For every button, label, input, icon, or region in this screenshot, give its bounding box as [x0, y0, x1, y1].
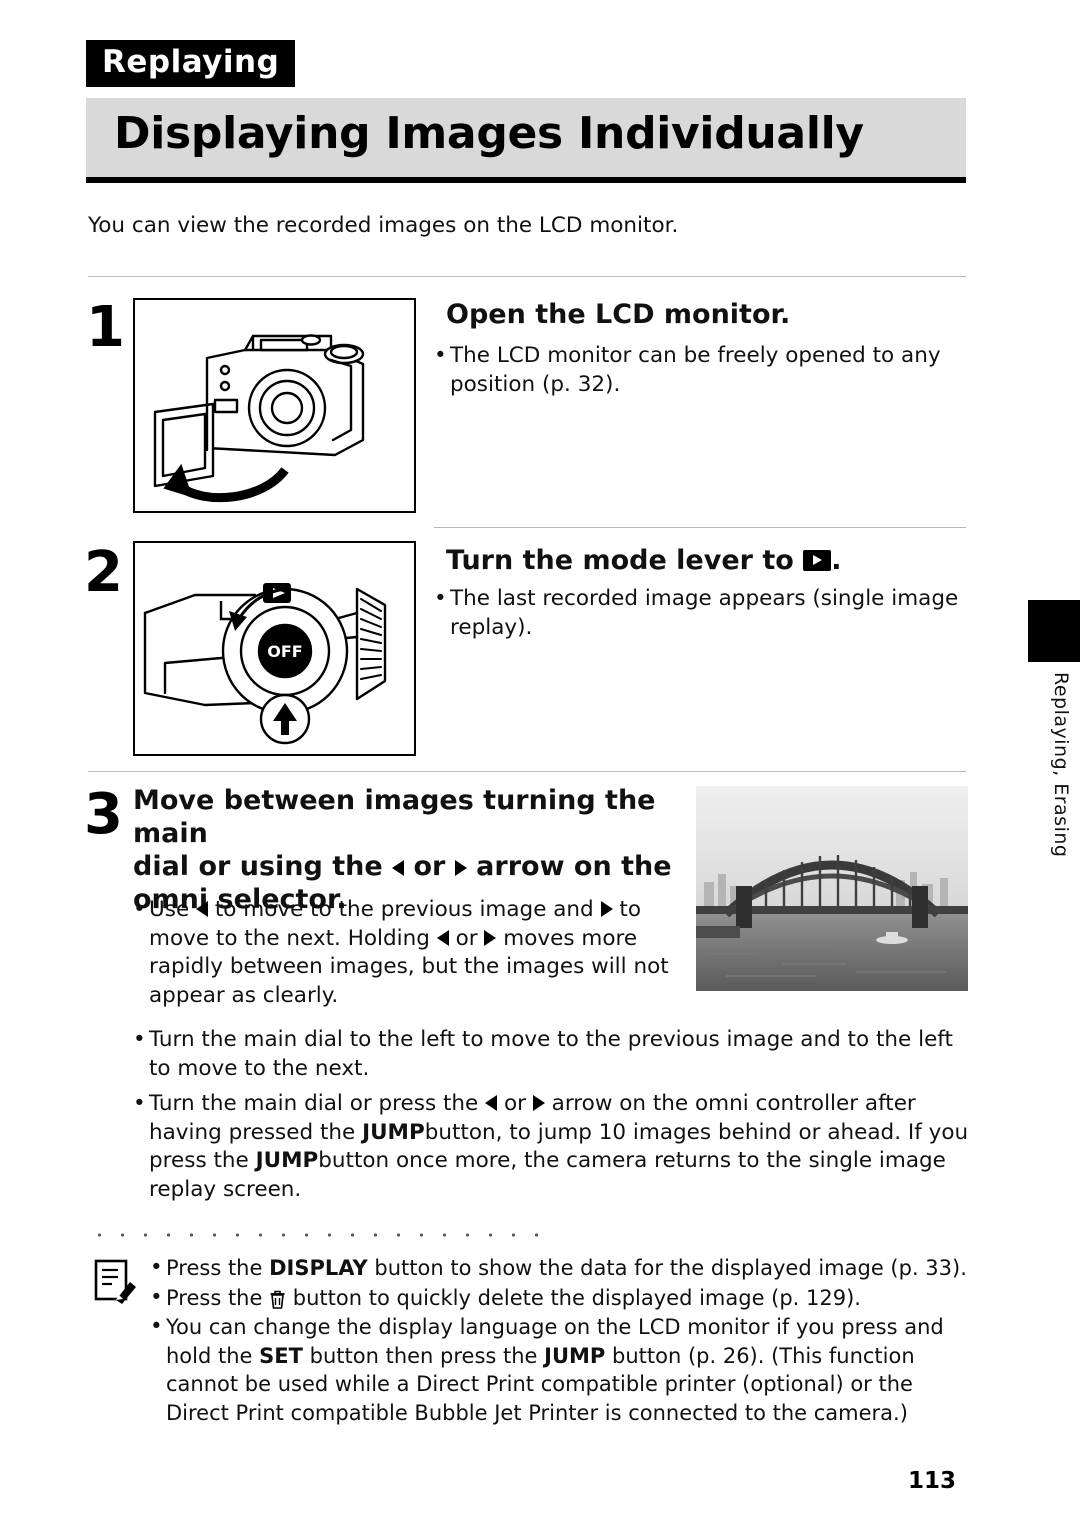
bullet-dot-icon: • — [150, 1314, 163, 1340]
side-tab-label: Replaying, Erasing — [1050, 672, 1072, 858]
bullet-seg-b: or — [503, 1091, 526, 1116]
step-3-bullets-group-3: • Turn the main dial or press the or arr… — [133, 1090, 973, 1207]
note-seg-a: Press the — [166, 1285, 263, 1310]
bullet-item: • The last recorded image appears (singl… — [434, 585, 968, 642]
note-memo-icon — [92, 1258, 138, 1304]
replay-mode-icon — [803, 550, 832, 571]
arrow-left-icon — [436, 929, 449, 946]
divider-1 — [88, 276, 966, 277]
bullet-dot-icon: • — [133, 1091, 146, 1116]
section-tag: Replaying — [86, 40, 296, 87]
manual-page: Replaying Displaying Images Individually… — [0, 0, 1080, 1529]
notes-list: • Press the DISPLAY button to show the d… — [150, 1254, 968, 1428]
arrow-right-icon — [484, 929, 497, 946]
bullet-dot-icon: • — [150, 1284, 163, 1310]
note-item: • Press the button to quickly delete the… — [150, 1284, 968, 1313]
arrow-left-icon — [485, 1095, 498, 1111]
mode-dial-icon: OFF — [143, 583, 387, 745]
step-2-heading-prefix: Turn the mode lever to — [446, 545, 794, 576]
page-title: Displaying Images Individually — [114, 108, 864, 159]
set-button-label: SET — [259, 1343, 303, 1368]
step-3-number: 3 — [84, 782, 123, 847]
step-1-bullets: • The LCD monitor can be freely opened t… — [434, 342, 968, 402]
bullet-item: • The LCD monitor can be freely opened t… — [434, 342, 968, 399]
note-text: You can change the display language on t… — [166, 1313, 968, 1427]
note-seg-b: button to show the data for the displaye… — [374, 1256, 967, 1280]
step-2-bullets: • The last recorded image appears (singl… — [434, 585, 968, 645]
step-1-illustration — [133, 298, 416, 513]
note-text: Press the DISPLAY button to show the dat… — [166, 1254, 968, 1283]
bullet-dot-icon: • — [434, 586, 447, 611]
arrow-right-icon — [454, 859, 467, 876]
jump-button-label: JUMP — [255, 1148, 319, 1174]
note-seg-b: button to quickly delete the displayed i… — [292, 1285, 861, 1310]
bullet-text: Turn the main dial to the left to move t… — [149, 1027, 953, 1081]
arrow-left-icon — [392, 859, 405, 876]
step-1-heading: Open the LCD monitor. — [446, 299, 791, 330]
bullet-dot-icon: • — [150, 1255, 163, 1280]
bullet-seg-a: Turn the main dial or press the — [149, 1091, 479, 1116]
bullet-seg-b: to move to the previous image and — [214, 897, 594, 922]
svg-text:OFF: OFF — [267, 642, 302, 661]
trash-icon — [269, 1288, 286, 1309]
page-title-bar: Displaying Images Individually — [86, 98, 966, 183]
step-3-heading-line2c: arrow on the — [476, 850, 672, 882]
arrow-left-icon — [196, 901, 209, 917]
display-button-label: DISPLAY — [269, 1256, 368, 1280]
dotted-separator — [88, 1232, 548, 1238]
step-2-number: 2 — [84, 540, 123, 605]
bullet-text: The LCD monitor can be freely opened to … — [450, 343, 941, 397]
bullet-seg-a: Use — [149, 897, 190, 922]
page-number: 113 — [908, 1468, 957, 1494]
note-text: Press the button to quickly delete the d… — [166, 1284, 968, 1313]
step-3-bullets-group-2: • Turn the main dial to the left to move… — [133, 1026, 973, 1086]
arrow-right-icon — [600, 901, 613, 917]
step-2-illustration: OFF — [133, 541, 416, 756]
note-item: • You can change the display language on… — [150, 1313, 968, 1427]
harbour-bridge-photo-icon — [696, 786, 968, 991]
bullet-item: • Use to move to the previous image and … — [133, 896, 693, 1010]
arrow-right-icon — [532, 1095, 545, 1111]
bullet-item: • Turn the main dial to the left to move… — [133, 1026, 973, 1083]
step-2-heading: Turn the mode lever to . — [446, 545, 842, 576]
jump-button-label: JUMP — [362, 1119, 425, 1145]
intro-text: You can view the recorded images on the … — [88, 213, 679, 238]
note-seg-a: Press the — [166, 1256, 263, 1280]
divider-2 — [434, 527, 966, 528]
bullet-dot-icon: • — [133, 1027, 146, 1052]
bullet-dot-icon: • — [133, 897, 146, 922]
step-3-heading-line1: Move between images turning the main — [133, 785, 656, 849]
bullet-item: • Turn the main dial or press the or arr… — [133, 1090, 973, 1204]
step-1-number: 1 — [86, 295, 125, 360]
bullet-text: The last recorded image appears (single … — [450, 586, 959, 640]
step-3-heading-line2b: or — [413, 850, 446, 882]
note-seg-b: button then press the — [309, 1343, 538, 1368]
bullet-text: Use to move to the previous image and to… — [149, 896, 693, 1010]
side-thumb-tab — [1028, 600, 1080, 662]
step-3-bullets-group-1: • Use to move to the previous image and … — [133, 896, 693, 1013]
bullet-seg-d: or — [455, 925, 478, 951]
jump-button-label: JUMP — [544, 1343, 606, 1368]
note-item: • Press the DISPLAY button to show the d… — [150, 1254, 968, 1283]
step-3-heading-line2a: dial or using the — [133, 850, 383, 882]
bullet-dot-icon: • — [434, 343, 447, 368]
camera-lcd-open-icon — [153, 334, 365, 503]
step-2-heading-suffix: . — [831, 545, 842, 576]
divider-3 — [88, 771, 966, 772]
sample-photo — [696, 786, 968, 991]
bullet-text: Turn the main dial or press the or arrow… — [149, 1090, 973, 1204]
